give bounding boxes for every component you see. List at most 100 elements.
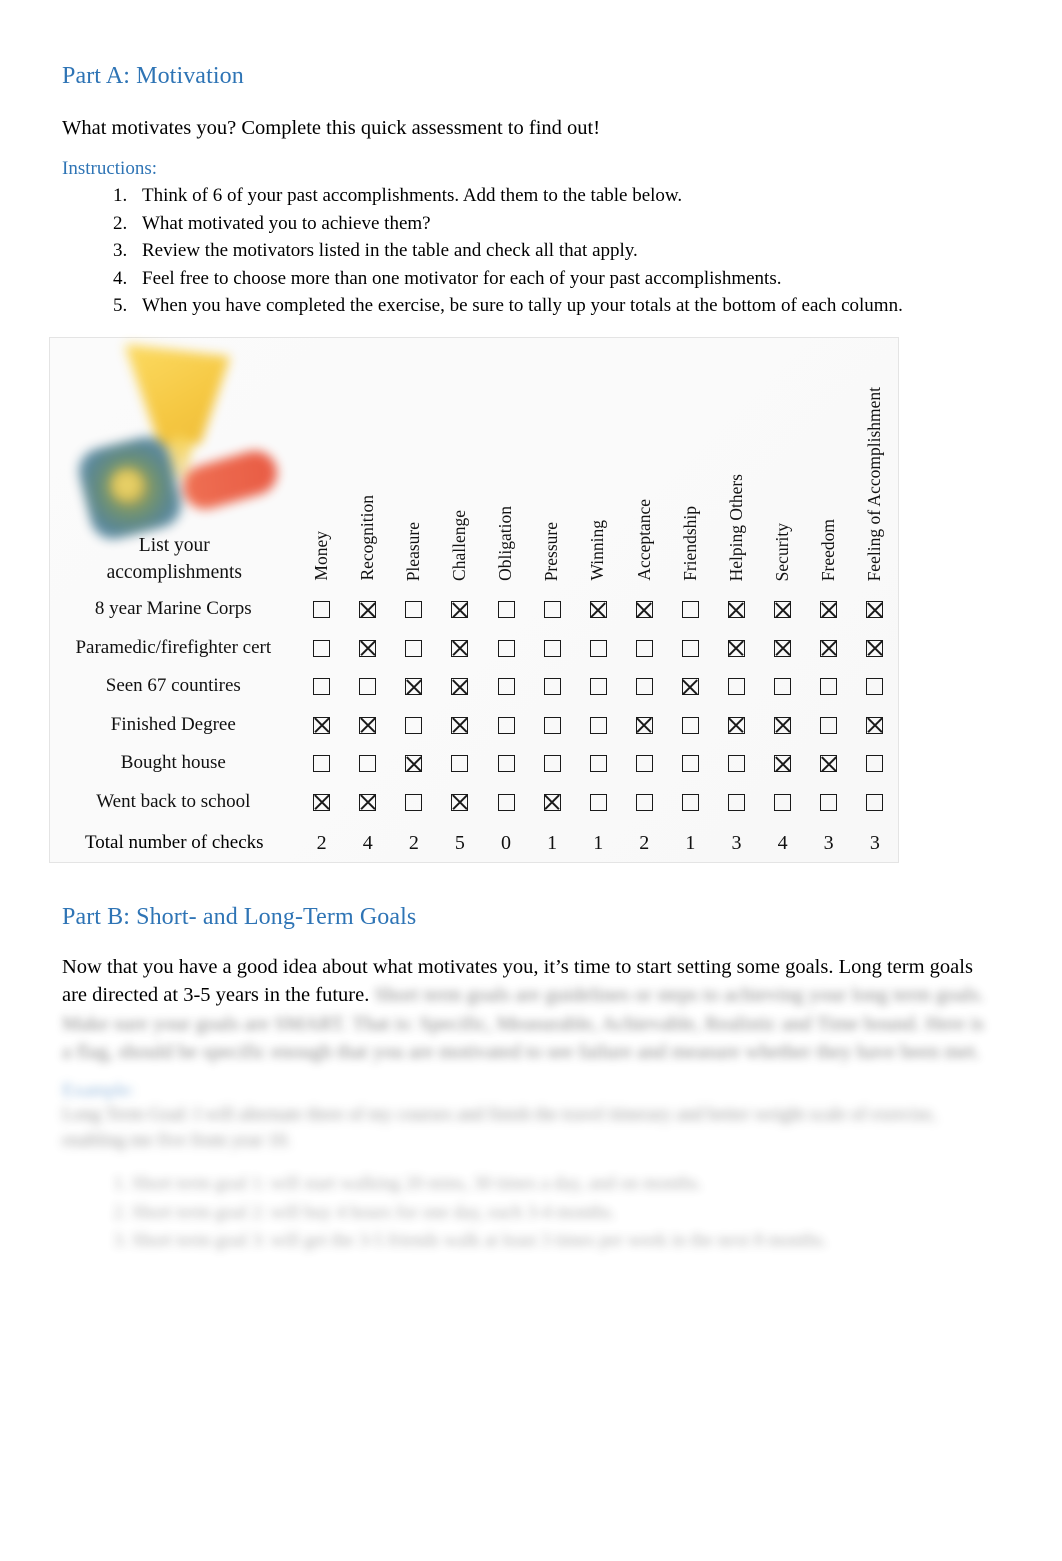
checkbox-cell[interactable] [760,590,806,629]
checkbox-checked-icon[interactable] [774,716,792,734]
checkbox-unchecked-icon[interactable] [635,793,653,811]
checkbox-unchecked-icon[interactable] [681,639,699,657]
checkbox-checked-icon[interactable] [774,601,792,619]
checkbox-cell[interactable] [852,667,898,706]
checkbox-cell[interactable] [667,629,713,668]
checkbox-checked-icon[interactable] [405,755,423,773]
checkbox-unchecked-icon[interactable] [497,601,515,619]
checkbox-cell[interactable] [299,744,345,783]
checkbox-unchecked-icon[interactable] [727,793,745,811]
checkbox-unchecked-icon[interactable] [313,601,331,619]
checkbox-checked-icon[interactable] [866,601,884,619]
checkbox-cell[interactable] [852,744,898,783]
checkbox-unchecked-icon[interactable] [774,678,792,696]
checkbox-cell[interactable] [806,629,852,668]
checkbox-cell[interactable] [852,706,898,745]
checkbox-unchecked-icon[interactable] [543,755,561,773]
checkbox-cell[interactable] [437,744,483,783]
checkbox-unchecked-icon[interactable] [820,678,838,696]
checkbox-cell[interactable] [760,629,806,668]
checkbox-checked-icon[interactable] [359,639,377,657]
checkbox-checked-icon[interactable] [451,601,469,619]
checkbox-cell[interactable] [529,706,575,745]
checkbox-cell[interactable] [713,744,759,783]
checkbox-unchecked-icon[interactable] [681,601,699,619]
checkbox-unchecked-icon[interactable] [589,678,607,696]
checkbox-cell[interactable] [345,629,391,668]
checkbox-unchecked-icon[interactable] [820,716,838,734]
checkbox-checked-icon[interactable] [774,755,792,773]
checkbox-checked-icon[interactable] [405,678,423,696]
checkbox-cell[interactable] [621,706,667,745]
checkbox-cell[interactable] [437,706,483,745]
checkbox-unchecked-icon[interactable] [313,755,331,773]
checkbox-cell[interactable] [345,783,391,822]
checkbox-cell[interactable] [760,667,806,706]
checkbox-cell[interactable] [529,744,575,783]
checkbox-unchecked-icon[interactable] [543,678,561,696]
checkbox-cell[interactable] [437,667,483,706]
checkbox-unchecked-icon[interactable] [774,793,792,811]
checkbox-checked-icon[interactable] [359,716,377,734]
checkbox-unchecked-icon[interactable] [405,793,423,811]
checkbox-cell[interactable] [806,667,852,706]
checkbox-cell[interactable] [299,706,345,745]
checkbox-unchecked-icon[interactable] [681,716,699,734]
checkbox-cell[interactable] [575,667,621,706]
checkbox-cell[interactable] [483,629,529,668]
checkbox-cell[interactable] [483,667,529,706]
checkbox-unchecked-icon[interactable] [866,755,884,773]
checkbox-unchecked-icon[interactable] [866,678,884,696]
checkbox-unchecked-icon[interactable] [866,793,884,811]
checkbox-unchecked-icon[interactable] [497,793,515,811]
checkbox-checked-icon[interactable] [451,716,469,734]
checkbox-unchecked-icon[interactable] [497,716,515,734]
checkbox-unchecked-icon[interactable] [405,601,423,619]
checkbox-cell[interactable] [852,590,898,629]
checkbox-cell[interactable] [575,706,621,745]
checkbox-cell[interactable] [713,706,759,745]
checkbox-cell[interactable] [529,629,575,668]
checkbox-checked-icon[interactable] [681,678,699,696]
checkbox-cell[interactable] [621,590,667,629]
checkbox-unchecked-icon[interactable] [405,716,423,734]
checkbox-cell[interactable] [529,783,575,822]
checkbox-checked-icon[interactable] [313,793,331,811]
checkbox-unchecked-icon[interactable] [359,678,377,696]
checkbox-checked-icon[interactable] [451,793,469,811]
checkbox-cell[interactable] [806,783,852,822]
checkbox-checked-icon[interactable] [589,601,607,619]
checkbox-checked-icon[interactable] [820,639,838,657]
checkbox-cell[interactable] [391,590,437,629]
checkbox-cell[interactable] [760,783,806,822]
checkbox-cell[interactable] [345,706,391,745]
checkbox-cell[interactable] [575,590,621,629]
checkbox-cell[interactable] [437,590,483,629]
checkbox-cell[interactable] [483,706,529,745]
checkbox-cell[interactable] [345,667,391,706]
checkbox-cell[interactable] [391,783,437,822]
checkbox-cell[interactable] [345,590,391,629]
checkbox-unchecked-icon[interactable] [543,601,561,619]
checkbox-cell[interactable] [575,783,621,822]
checkbox-cell[interactable] [667,706,713,745]
checkbox-cell[interactable] [483,744,529,783]
checkbox-cell[interactable] [575,744,621,783]
checkbox-cell[interactable] [299,590,345,629]
checkbox-unchecked-icon[interactable] [543,716,561,734]
checkbox-cell[interactable] [437,629,483,668]
checkbox-unchecked-icon[interactable] [635,678,653,696]
checkbox-checked-icon[interactable] [359,601,377,619]
checkbox-cell[interactable] [299,783,345,822]
checkbox-cell[interactable] [299,667,345,706]
checkbox-cell[interactable] [667,590,713,629]
checkbox-cell[interactable] [806,706,852,745]
checkbox-cell[interactable] [529,667,575,706]
checkbox-cell[interactable] [391,706,437,745]
checkbox-unchecked-icon[interactable] [543,639,561,657]
checkbox-checked-icon[interactable] [451,639,469,657]
checkbox-checked-icon[interactable] [635,601,653,619]
checkbox-cell[interactable] [667,744,713,783]
checkbox-unchecked-icon[interactable] [451,755,469,773]
checkbox-cell[interactable] [437,783,483,822]
